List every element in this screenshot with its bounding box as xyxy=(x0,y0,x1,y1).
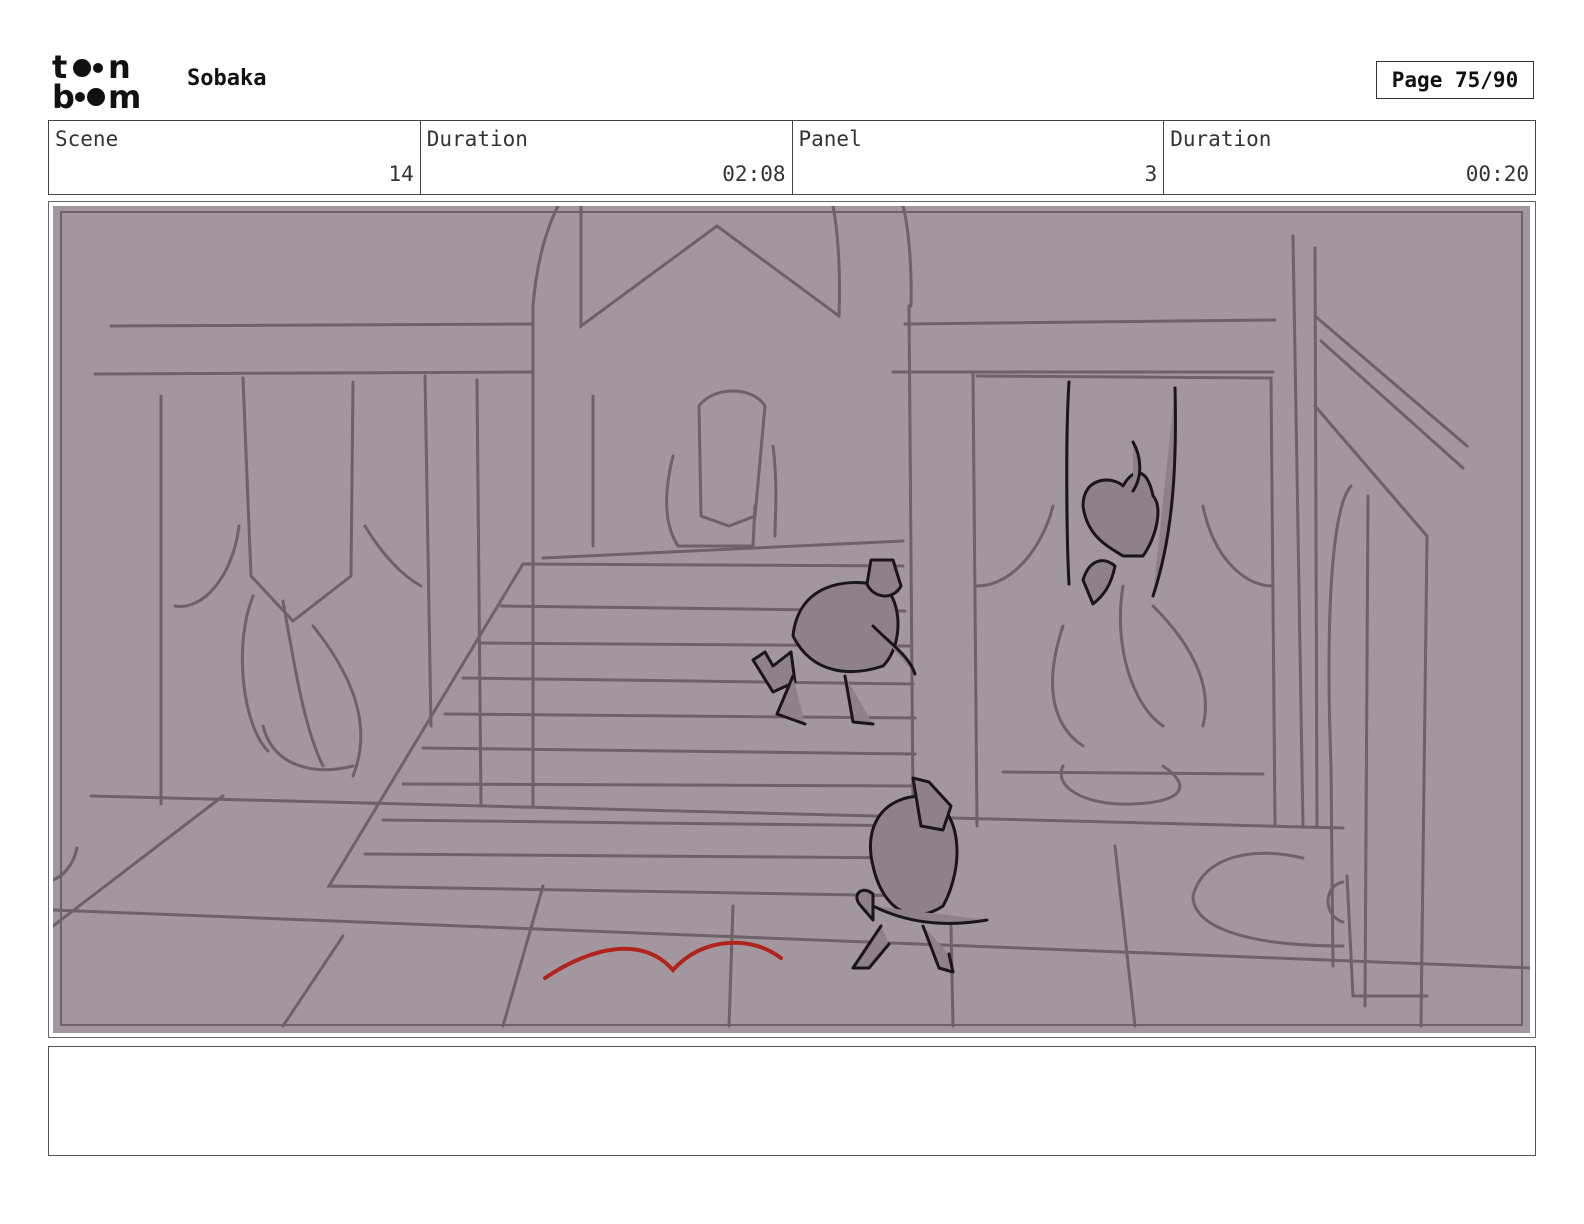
panel-notes-box[interactable] xyxy=(48,1046,1536,1156)
scene-duration-cell: Duration 02:08 xyxy=(421,121,793,194)
svg-text:m: m xyxy=(108,78,141,110)
project-title: Sobaka xyxy=(187,66,267,91)
scene-cell: Scene 14 xyxy=(49,121,421,194)
scene-info-row: Scene 14 Duration 02:08 Panel 3 Duration… xyxy=(48,120,1536,195)
panel-duration-label: Duration xyxy=(1170,127,1272,151)
page-indicator: Page 75/90 xyxy=(1376,61,1534,99)
svg-text:b: b xyxy=(52,78,75,110)
scene-duration-label: Duration xyxy=(426,127,528,151)
storyboard-sketch xyxy=(53,206,1530,1033)
page-label: Page xyxy=(1391,68,1443,92)
scene-duration-value: 02:08 xyxy=(722,162,786,186)
scene-value: 14 xyxy=(388,162,414,186)
panel-background xyxy=(53,206,1530,1033)
toonboom-logo: t n b m xyxy=(52,52,141,110)
storyboard-panel-frame xyxy=(48,201,1536,1038)
panel-duration-cell: Duration 00:20 xyxy=(1164,121,1535,194)
scene-label: Scene xyxy=(55,127,119,151)
panel-value: 3 xyxy=(1144,162,1158,186)
panel-label: Panel xyxy=(798,127,862,151)
panel-duration-value: 00:20 xyxy=(1465,162,1529,186)
page-number: 75/90 xyxy=(1455,68,1519,92)
panel-cell: Panel 3 xyxy=(793,121,1165,194)
